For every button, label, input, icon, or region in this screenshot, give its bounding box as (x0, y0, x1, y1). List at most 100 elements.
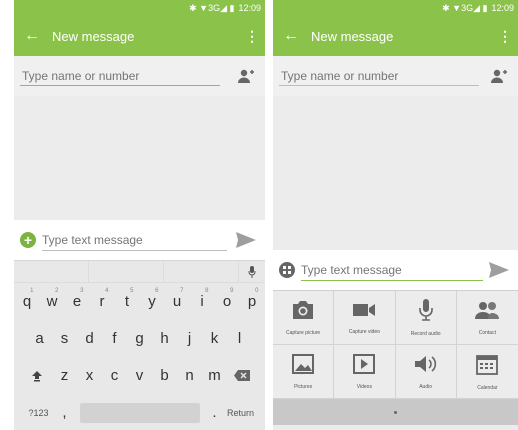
status-time: 12:09 (491, 3, 514, 13)
attach-label: Pictures (294, 383, 313, 390)
key-n[interactable]: n (177, 360, 202, 392)
person-add-icon[interactable] (488, 65, 510, 87)
shift-key[interactable] (22, 360, 52, 392)
recipient-input[interactable] (279, 67, 488, 85)
symbols-key[interactable]: ?123 (22, 397, 56, 429)
message-input[interactable] (301, 263, 480, 277)
attach-label: Record audio (410, 330, 441, 337)
recipient-bar (273, 56, 518, 96)
recipient-input[interactable] (20, 67, 235, 85)
messaging-screen-keyboard: ✱ ▼3G◢ ▮ 12:09 ← New message ⋮ + q1w2e3r… (14, 0, 265, 430)
keyboard-row-4: ?123 , . Return (14, 394, 265, 430)
key-r[interactable]: r4 (90, 286, 115, 318)
message-thread (14, 96, 265, 220)
more-vert-icon[interactable]: ⋮ (245, 28, 259, 45)
status-icons: ✱ ▼3G◢ ▮ (442, 2, 488, 13)
key-z[interactable]: z (52, 360, 77, 392)
grid-circle-icon[interactable] (279, 262, 295, 278)
attach-videos[interactable]: Videos (334, 345, 396, 399)
key-w[interactable]: w2 (40, 286, 65, 318)
soft-keyboard: q1w2e3r4t5y6u7i8o9p0 asdfghjkl zxcvbnm ?… (14, 260, 265, 430)
nav-bar (273, 399, 518, 425)
comma-key[interactable]: , (56, 397, 74, 429)
period-key[interactable]: . (206, 397, 224, 429)
input-underline (279, 85, 479, 86)
input-underline (42, 250, 227, 251)
key-m[interactable]: m (202, 360, 227, 392)
input-underline (20, 85, 220, 86)
attach-label: Contact (478, 329, 496, 336)
image-icon (292, 353, 315, 379)
message-input[interactable] (42, 233, 227, 247)
attach-capture-picture[interactable]: Capture picture (273, 291, 335, 345)
shift-icon (32, 370, 42, 381)
key-t[interactable]: t5 (115, 286, 140, 318)
toolbar: ← New message ⋮ (273, 16, 518, 56)
key-f[interactable]: f (102, 323, 127, 355)
key-s[interactable]: s (52, 323, 77, 355)
more-vert-icon[interactable]: ⋮ (498, 28, 512, 45)
mic-icon[interactable] (239, 265, 265, 278)
attach-contact[interactable]: Contact (456, 291, 518, 345)
input-underline (301, 280, 483, 281)
attach-record-audio[interactable]: Record audio (395, 291, 457, 345)
backspace-key[interactable] (227, 360, 257, 392)
contacts-icon (474, 300, 500, 325)
send-icon[interactable] (233, 227, 259, 253)
key-p[interactable]: p0 (240, 286, 265, 318)
attachment-grid: Capture picture Capture video Record audio… (273, 291, 518, 399)
arrow-left-icon[interactable]: ← (283, 27, 311, 45)
key-h[interactable]: h (152, 323, 177, 355)
messaging-screen-attachments: ✱ ▼3G◢ ▮ 12:09 ← New message ⋮ Capture p… (273, 0, 518, 430)
key-l[interactable]: l (227, 323, 252, 355)
videocam-icon (352, 301, 376, 324)
attachment-panel: Capture picture Capture video Record audio… (273, 290, 518, 425)
status-bar: ✱ ▼3G◢ ▮ 12:09 (14, 0, 265, 16)
key-o[interactable]: o9 (215, 286, 240, 318)
suggestion-slot[interactable] (164, 261, 239, 282)
mic-icon (418, 298, 433, 326)
page-title: New message (52, 28, 135, 44)
arrow-left-icon[interactable]: ← (24, 27, 52, 45)
attach-audio[interactable]: Audio (395, 345, 457, 399)
attach-capture-video[interactable]: Capture video (334, 291, 396, 345)
key-y[interactable]: y6 (140, 286, 165, 318)
status-icons: ✱ ▼3G◢ ▮ (189, 2, 235, 13)
person-add-icon[interactable] (235, 65, 257, 87)
speaker-icon (414, 354, 438, 379)
key-q[interactable]: q1 (15, 286, 40, 318)
key-j[interactable]: j (177, 323, 202, 355)
recipient-bar (14, 56, 265, 96)
key-g[interactable]: g (127, 323, 152, 355)
keyboard-row-3: zxcvbnm (14, 357, 265, 394)
key-k[interactable]: k (202, 323, 227, 355)
camera-icon (291, 300, 315, 325)
play-box-icon (353, 353, 376, 379)
key-e[interactable]: e3 (65, 286, 90, 318)
plus-circle-icon[interactable]: + (20, 232, 36, 248)
attach-calendar[interactable]: Calendar (456, 345, 518, 399)
key-u[interactable]: u7 (165, 286, 190, 318)
return-key[interactable]: Return (224, 397, 258, 429)
attach-label: Calendar (477, 384, 498, 391)
key-v[interactable]: v (127, 360, 152, 392)
send-icon[interactable] (486, 257, 512, 283)
attach-label: Audio (419, 383, 433, 390)
space-key[interactable] (79, 402, 200, 423)
page-title: New message (311, 28, 394, 44)
attach-label: Capture picture (286, 329, 321, 336)
key-d[interactable]: d (77, 323, 102, 355)
calendar-icon (476, 353, 499, 380)
key-b[interactable]: b (152, 360, 177, 392)
keyboard-row-2: asdfghjkl (14, 320, 265, 357)
key-i[interactable]: i8 (190, 286, 215, 318)
key-x[interactable]: x (77, 360, 102, 392)
suggestion-slot[interactable] (89, 261, 164, 282)
suggestion-slot[interactable] (14, 261, 89, 282)
backspace-icon (234, 370, 250, 381)
letter-keys: zxcvbnm (52, 360, 227, 392)
keyboard-row-1: q1w2e3r4t5y6u7i8o9p0 (14, 283, 265, 320)
key-c[interactable]: c (102, 360, 127, 392)
attach-pictures[interactable]: Pictures (273, 345, 335, 399)
key-a[interactable]: a (27, 323, 52, 355)
